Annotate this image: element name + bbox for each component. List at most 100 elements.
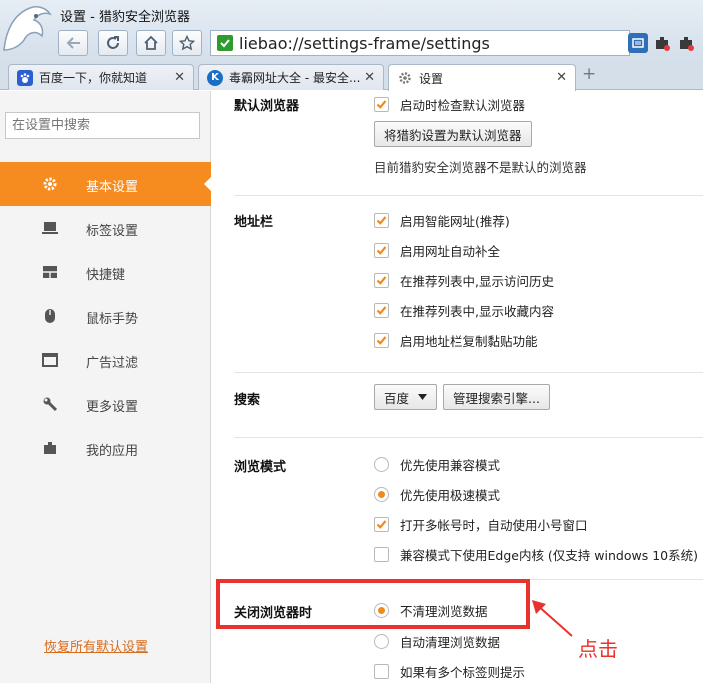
puzzle-icon [41, 440, 59, 456]
sidebar-item-more-settings[interactable]: 更多设置 [0, 382, 211, 426]
section-title-default-browser: 默认浏览器 [234, 99, 300, 114]
checkbox-checked-icon[interactable] [374, 333, 389, 348]
settings-sidebar: 基本设置 标签设置 快捷键 鼠标手势 广告过滤 更多设置 我的应用 [0, 91, 212, 683]
tab-label: 设置 [419, 71, 444, 86]
tab-duba[interactable]: K 毒霸网址大全 - 最安全... ✕ [198, 64, 384, 90]
radio-unselected-icon[interactable] [374, 457, 389, 472]
star-icon [179, 35, 195, 51]
sidebar-item-label: 我的应用 [86, 444, 139, 459]
back-button[interactable] [58, 30, 88, 56]
section-divider [234, 372, 703, 373]
option-label: 优先使用极速模式 [400, 488, 501, 503]
home-icon [144, 35, 158, 50]
close-icon[interactable]: ✕ [174, 70, 185, 85]
checkbox-checked-icon[interactable] [374, 97, 389, 112]
option-compat-mode[interactable]: 优先使用兼容模式 [374, 455, 500, 474]
option-label: 启用网址自动补全 [400, 244, 501, 259]
annotation-highlight-box [216, 579, 530, 629]
checkbox-checked-icon[interactable] [374, 243, 389, 258]
settings-search-input[interactable] [5, 112, 200, 139]
sidebar-item-label: 鼠标手势 [86, 312, 139, 327]
checkbox-checked-icon[interactable] [374, 517, 389, 532]
sidebar-item-mouse-gestures[interactable]: 鼠标手势 [0, 294, 211, 338]
arrow-left-icon [66, 37, 80, 49]
close-icon[interactable]: ✕ [556, 70, 567, 85]
close-icon[interactable]: ✕ [364, 70, 375, 85]
set-default-browser-button[interactable]: 将猎豹设置为默认浏览器 [374, 121, 532, 147]
checkbox-unchecked-icon[interactable] [374, 547, 389, 562]
section-divider [234, 437, 703, 438]
sidebar-item-ad-filter[interactable]: 广告过滤 [0, 338, 211, 382]
option-label: 优先使用兼容模式 [400, 458, 501, 473]
section-title-browse-mode: 浏览模式 [234, 460, 287, 475]
option-copy-paste[interactable]: 启用地址栏复制黏贴功能 [374, 331, 538, 350]
manage-search-engines-button[interactable]: 管理搜索引擎... [443, 384, 550, 410]
sidebar-item-label: 广告过滤 [86, 356, 139, 371]
radio-unselected-icon[interactable] [374, 634, 389, 649]
option-label: 在推荐列表中,显示收藏内容 [400, 304, 554, 319]
section-divider [234, 195, 703, 196]
option-multi-tab-prompt[interactable]: 如果有多个标签则提示 [374, 662, 525, 681]
new-tab-icon[interactable]: + [582, 64, 596, 84]
option-show-history[interactable]: 在推荐列表中,显示访问历史 [374, 271, 554, 290]
option-label: 兼容模式下使用Edge内核 (仅支持 windows 10系统) [400, 548, 698, 563]
sidebar-item-shortcuts[interactable]: 快捷键 [0, 250, 211, 294]
favorite-button[interactable] [172, 30, 202, 56]
address-url: liebao://settings-frame/settings [239, 33, 490, 53]
option-label: 打开多帐号时，自动使用小号窗口 [400, 518, 588, 533]
option-label: 启动时检查默认浏览器 [400, 98, 526, 113]
gear-icon [397, 70, 413, 86]
puzzle-extension-icon-2[interactable] [676, 33, 696, 53]
sidebar-item-tabs[interactable]: 标签设置 [0, 206, 211, 250]
checkbox-checked-icon[interactable] [374, 213, 389, 228]
option-auto-clean-data[interactable]: 自动清理浏览数据 [374, 632, 500, 651]
laptop-icon [41, 220, 59, 236]
gear-icon [41, 176, 59, 192]
ticket-extension-icon[interactable] [628, 33, 648, 53]
secure-check-icon [217, 35, 233, 51]
tab-label: 毒霸网址大全 - 最安全... [229, 71, 361, 85]
wrench-icon [41, 396, 59, 412]
keyboard-icon [41, 264, 59, 280]
checkbox-checked-icon[interactable] [374, 303, 389, 318]
option-multi-account-window[interactable]: 打开多帐号时，自动使用小号窗口 [374, 515, 588, 534]
checkbox-checked-icon[interactable] [374, 273, 389, 288]
sidebar-item-my-apps[interactable]: 我的应用 [0, 426, 211, 470]
tab-bar: 百度一下，你就知道 ✕ K 毒霸网址大全 - 最安全... ✕ 设置 ✕ + [0, 62, 703, 91]
title-bar: 设置 - 猎豹安全浏览器 liebao://settings-frame/set… [0, 0, 703, 62]
option-label: 在推荐列表中,显示访问历史 [400, 274, 554, 289]
sidebar-item-label: 更多设置 [86, 400, 139, 415]
search-engine-select[interactable]: 百度 [374, 384, 437, 410]
sidebar-item-label: 基本设置 [86, 180, 139, 195]
address-bar[interactable]: liebao://settings-frame/settings [210, 30, 630, 56]
option-speed-mode[interactable]: 优先使用极速模式 [374, 485, 500, 504]
restore-defaults-link[interactable]: 恢复所有默认设置 [44, 636, 148, 655]
puzzle-extension-icon[interactable] [652, 33, 672, 53]
tab-settings[interactable]: 设置 ✕ [388, 64, 576, 91]
cheetah-logo-icon [3, 6, 52, 51]
refresh-button[interactable] [98, 30, 128, 56]
default-browser-status: 目前猎豹安全浏览器不是默认的浏览器 [374, 160, 587, 175]
option-label: 自动清理浏览数据 [400, 635, 501, 650]
option-show-favorites[interactable]: 在推荐列表中,显示收藏内容 [374, 301, 554, 320]
check-default-on-start[interactable]: 启动时检查默认浏览器 [374, 95, 525, 114]
option-label: 启用智能网址(推荐) [400, 214, 510, 229]
option-edge-kernel[interactable]: 兼容模式下使用Edge内核 (仅支持 windows 10系统) [374, 545, 698, 564]
tab-baidu[interactable]: 百度一下，你就知道 ✕ [8, 64, 194, 90]
checkbox-unchecked-icon[interactable] [374, 664, 389, 679]
section-title-address-bar: 地址栏 [234, 215, 274, 230]
sidebar-item-label: 标签设置 [86, 224, 139, 239]
option-label: 启用地址栏复制黏贴功能 [400, 334, 538, 349]
tab-label: 百度一下，你就知道 [39, 71, 148, 85]
radio-selected-icon[interactable] [374, 487, 389, 502]
home-button[interactable] [136, 30, 166, 56]
window-title: 设置 - 猎豹安全浏览器 [60, 10, 190, 25]
refresh-icon [107, 36, 119, 49]
baidu-paw-icon [17, 69, 33, 86]
option-url-autocomplete[interactable]: 启用网址自动补全 [374, 241, 500, 260]
k-logo-icon: K [207, 69, 223, 86]
option-smart-url[interactable]: 启用智能网址(推荐) [374, 211, 510, 230]
sidebar-item-basic[interactable]: 基本设置 [0, 162, 212, 206]
mouse-icon [41, 308, 59, 324]
section-title-search: 搜索 [234, 393, 261, 408]
